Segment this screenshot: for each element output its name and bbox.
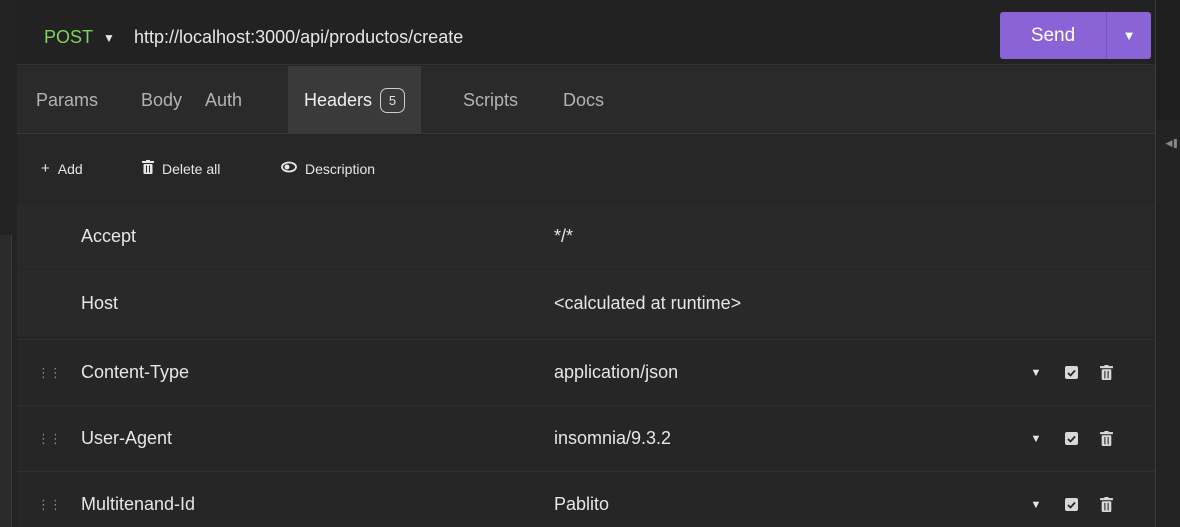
delete-header-button[interactable] — [1100, 497, 1113, 512]
right-pane-edge: ◀❚ — [1155, 0, 1180, 527]
chevron-down-icon[interactable]: ▼ — [1029, 367, 1043, 379]
send-button[interactable]: Send — [1000, 12, 1106, 59]
method-selector[interactable]: POST ▼ — [44, 27, 115, 48]
header-value-input[interactable]: application/json — [554, 362, 678, 383]
header-value: */* — [554, 225, 574, 246]
auto-header-row: Accept */* — [17, 203, 1155, 269]
delete-header-button[interactable] — [1100, 365, 1113, 380]
header-row: ⋮⋮ Content-Type application/json ▼ — [17, 339, 1155, 405]
trash-icon — [1100, 497, 1113, 512]
row-actions: ▼ — [1029, 431, 1113, 446]
drag-handle-icon[interactable]: ⋮⋮ — [37, 431, 62, 447]
header-value: <calculated at runtime> — [554, 292, 742, 313]
headers-count-badge: 5 — [380, 87, 406, 113]
left-sidebar-edge — [0, 0, 17, 527]
header-name-input[interactable]: Multitenand-Id — [81, 494, 195, 515]
add-label: Add — [57, 160, 83, 177]
drag-handle-icon[interactable]: ⋮⋮ — [37, 497, 62, 513]
enabled-checkbox[interactable] — [1065, 432, 1078, 445]
tab-body[interactable]: Body — [141, 66, 182, 134]
trash-icon — [1100, 365, 1113, 380]
description-label: Description — [305, 160, 376, 177]
delete-header-button[interactable] — [1100, 431, 1113, 446]
chevron-down-icon: ▼ — [103, 30, 115, 45]
trash-icon — [1100, 431, 1113, 446]
right-pane-header — [1156, 0, 1180, 120]
header-row: ⋮⋮ User-Agent insomnia/9.3.2 ▼ — [17, 405, 1155, 471]
chevron-down-icon[interactable]: ▼ — [1029, 433, 1043, 445]
tab-headers[interactable]: Headers 5 — [288, 66, 422, 134]
left-pane-edge — [0, 235, 12, 527]
chevron-down-icon[interactable]: ▼ — [1029, 499, 1043, 511]
tab-label: Headers — [304, 89, 373, 110]
header-name: Accept — [81, 225, 137, 246]
row-actions: ▼ — [1029, 365, 1113, 380]
send-button-group: Send ▼ — [1000, 12, 1151, 59]
tab-docs[interactable]: Docs — [563, 66, 604, 134]
request-panel: POST ▼ http://localhost:3000/api/product… — [17, 0, 1155, 527]
headers-toolbar: + Add Delete all Description — [17, 135, 1155, 201]
url-bar: POST ▼ http://localhost:3000/api/product… — [17, 0, 1155, 65]
collapse-handle-icon[interactable]: ◀❚ — [1166, 138, 1180, 149]
chevron-down-icon: ▼ — [1122, 28, 1136, 43]
drag-handle-icon[interactable]: ⋮⋮ — [37, 365, 62, 381]
trash-icon — [142, 160, 154, 178]
delete-all-label: Delete all — [162, 161, 221, 177]
delete-all-button[interactable]: Delete all — [142, 160, 220, 178]
auto-header-row: Host <calculated at runtime> — [17, 270, 1155, 336]
url-input[interactable]: http://localhost:3000/api/productos/crea… — [134, 27, 463, 48]
check-icon — [1067, 435, 1076, 443]
header-row: ⋮⋮ Multitenand-Id Pablito ▼ — [17, 471, 1155, 527]
request-tabs: Params Body Auth Headers 5 Scripts Docs — [17, 66, 1155, 134]
method-label: POST — [44, 27, 94, 47]
tab-params[interactable]: Params — [36, 66, 98, 134]
header-name-input[interactable]: User-Agent — [81, 428, 172, 449]
plus-icon: + — [41, 160, 50, 177]
enabled-checkbox[interactable] — [1065, 498, 1078, 511]
row-actions: ▼ — [1029, 497, 1113, 512]
tab-auth[interactable]: Auth — [205, 66, 242, 134]
eye-icon — [281, 160, 297, 177]
header-name: Host — [81, 292, 119, 313]
check-icon — [1067, 501, 1076, 509]
send-options-button[interactable]: ▼ — [1106, 12, 1151, 59]
description-toggle-button[interactable]: Description — [281, 160, 375, 177]
header-name-input[interactable]: Content-Type — [81, 362, 189, 383]
check-icon — [1067, 369, 1076, 377]
header-value-input[interactable]: insomnia/9.3.2 — [554, 428, 671, 449]
header-value-input[interactable]: Pablito — [554, 494, 609, 515]
add-header-button[interactable]: + Add — [41, 160, 83, 177]
enabled-checkbox[interactable] — [1065, 366, 1078, 379]
tab-scripts[interactable]: Scripts — [463, 66, 518, 134]
